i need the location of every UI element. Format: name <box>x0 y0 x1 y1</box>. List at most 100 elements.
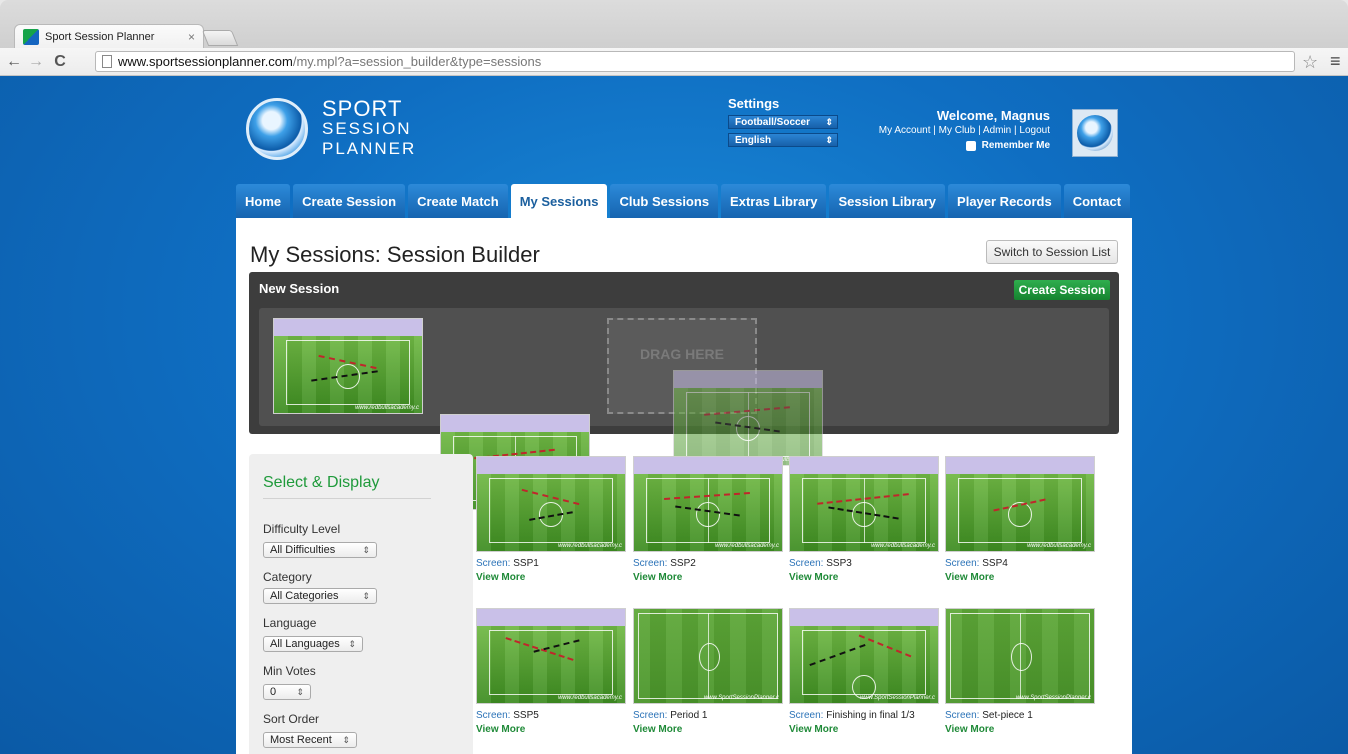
logo-line-3: PLANNER <box>322 139 417 158</box>
difficulty-label: Difficulty Level <box>263 522 341 536</box>
browser-tab[interactable]: Sport Session Planner × <box>14 24 204 48</box>
category-select[interactable]: All Categories ⇕ <box>263 588 377 604</box>
screen-name: SSP3 <box>826 558 852 569</box>
page-icon <box>102 55 112 68</box>
sidebar-title: Select & Display <box>263 474 380 491</box>
nav-tab-home[interactable]: Home <box>236 184 291 218</box>
screen-thumbnail[interactable]: www.redbullsacademy.c <box>633 456 783 552</box>
language-select-value: English <box>735 134 772 146</box>
screen-caption: Screen: Finishing in final 1/3 <box>789 710 939 721</box>
view-more-link[interactable]: View More <box>633 572 783 583</box>
nav-tab-session-library[interactable]: Session Library <box>829 184 946 218</box>
screen-card[interactable]: www.SportSessionPlanner.c Screen: Finish… <box>789 608 939 735</box>
category-label: Category <box>263 570 312 584</box>
view-more-link[interactable]: View More <box>789 724 939 735</box>
thumb-watermark: www.redbullsacademy.c <box>558 543 622 549</box>
logo-line-2: SESSION <box>322 119 412 138</box>
screen-card[interactable]: www.redbullsacademy.c Screen: SSP4 View … <box>945 456 1095 583</box>
browser-menu-icon[interactable]: ≡ <box>1330 51 1341 72</box>
logo-text: SPORT SESSION PLANNER <box>322 98 417 159</box>
remember-me-checkbox[interactable] <box>965 140 976 151</box>
address-bar[interactable]: www.sportsessionplanner.com /my.mpl?a=se… <box>95 51 1295 72</box>
screen-prefix: Screen: <box>633 558 668 569</box>
page-title: My Sessions: Session Builder <box>250 242 540 267</box>
remember-me[interactable]: Remember Me <box>870 140 1050 151</box>
reload-icon[interactable]: C <box>50 52 70 72</box>
select-arrow-icon: ⇕ <box>342 734 350 745</box>
view-more-link[interactable]: View More <box>945 572 1095 583</box>
close-tab-icon[interactable]: × <box>188 30 195 44</box>
screen-card[interactable]: www.redbullsacademy.c Screen: SSP3 View … <box>789 456 939 583</box>
switch-to-session-list-button[interactable]: Switch to Session List <box>986 240 1118 264</box>
screen-card[interactable]: www.SportSessionPlanner.c Screen: Period… <box>633 608 783 735</box>
view-more-link[interactable]: View More <box>633 724 783 735</box>
screen-prefix: Screen: <box>789 710 824 721</box>
content-area: My Sessions: Session Builder Switch to S… <box>236 218 1132 754</box>
select-arrow-icon: ⇕ <box>348 638 356 649</box>
screen-thumbnail[interactable]: www.SportSessionPlanner.c <box>633 608 783 704</box>
screen-thumbnail[interactable]: www.SportSessionPlanner.c <box>789 608 939 704</box>
screen-name: Set-piece 1 <box>982 710 1033 721</box>
screen-prefix: Screen: <box>633 710 668 721</box>
screen-name: SSP4 <box>982 558 1008 569</box>
nav-tab-extras-library[interactable]: Extras Library <box>721 184 827 218</box>
url-path: /my.mpl?a=session_builder&type=sessions <box>292 54 542 69</box>
new-tab-button[interactable] <box>201 30 239 46</box>
thumb-watermark: www.redbullsacademy.c <box>355 405 419 411</box>
language-filter-select[interactable]: All Languages ⇕ <box>263 636 363 652</box>
difficulty-select[interactable]: All Difficulties ⇕ <box>263 542 377 558</box>
nav-tab-player-records[interactable]: Player Records <box>948 184 1061 218</box>
screen-prefix: Screen: <box>945 558 980 569</box>
language-select[interactable]: English ⇕ <box>728 133 838 147</box>
nav-tab-my-sessions[interactable]: My Sessions <box>510 184 608 218</box>
screen-name: Period 1 <box>670 710 708 721</box>
nav-tab-contact[interactable]: Contact <box>1063 184 1131 218</box>
screen-prefix: Screen: <box>476 558 511 569</box>
screen-thumbnail[interactable]: www.redbullsacademy.c <box>945 456 1095 552</box>
remember-me-label: Remember Me <box>981 140 1050 151</box>
settings-panel: Settings Football/Soccer ⇕ English ⇕ <box>728 96 838 151</box>
screen-card[interactable]: www.redbullsacademy.c Screen: SSP5 View … <box>476 608 626 735</box>
back-icon[interactable]: ← <box>4 52 24 72</box>
thumb-watermark: www.redbullsacademy.c <box>558 695 622 701</box>
account-links[interactable]: My Account | My Club | Admin | Logout <box>870 125 1050 136</box>
screen-card[interactable]: www.SportSessionPlanner.c Screen: Set-pi… <box>945 608 1095 735</box>
screen-name: SSP1 <box>513 558 539 569</box>
sort-order-select[interactable]: Most Recent ⇕ <box>263 732 357 748</box>
screen-caption: Screen: SSP5 <box>476 710 626 721</box>
nav-tab-create-session[interactable]: Create Session <box>293 184 406 218</box>
screen-caption: Screen: Set-piece 1 <box>945 710 1095 721</box>
screen-card[interactable]: www.redbullsacademy.c Screen: SSP2 View … <box>633 456 783 583</box>
welcome-text: Welcome, Magnus <box>936 108 1050 123</box>
sport-select[interactable]: Football/Soccer ⇕ <box>728 115 838 129</box>
select-arrow-icon: ⇕ <box>362 544 370 555</box>
site-logo[interactable]: SPORT SESSION PLANNER <box>246 98 416 160</box>
screen-card[interactable]: www.redbullsacademy.c Screen: SSP1 View … <box>476 456 626 583</box>
screen-thumbnail[interactable]: www.SportSessionPlanner.c <box>945 608 1095 704</box>
view-more-link[interactable]: View More <box>945 724 1095 735</box>
min-votes-select[interactable]: 0 ⇕ <box>263 684 311 700</box>
select-display-sidebar: Select & Display Difficulty Level All Di… <box>249 454 473 754</box>
builder-title: New Session <box>259 281 340 296</box>
settings-title: Settings <box>728 96 780 111</box>
view-more-link[interactable]: View More <box>789 572 939 583</box>
builder-slot-1[interactable]: www.redbullsacademy.c <box>273 318 423 414</box>
screen-prefix: Screen: <box>945 710 980 721</box>
forward-icon[interactable]: → <box>26 52 46 72</box>
screen-thumbnail[interactable]: www.redbullsacademy.c <box>789 456 939 552</box>
avatar[interactable] <box>1072 109 1118 157</box>
nav-tab-club-sessions[interactable]: Club Sessions <box>610 184 719 218</box>
screen-name: SSP2 <box>670 558 696 569</box>
bookmark-star-icon[interactable]: ☆ <box>1302 52 1318 73</box>
page-background: SPORT SESSION PLANNER Settings Football/… <box>0 76 1348 754</box>
view-more-link[interactable]: View More <box>476 572 626 583</box>
screen-thumbnail[interactable]: www.redbullsacademy.c <box>476 608 626 704</box>
screen-name: SSP5 <box>513 710 539 721</box>
view-more-link[interactable]: View More <box>476 724 626 735</box>
create-session-button[interactable]: Create Session <box>1014 280 1110 300</box>
select-arrow-icon: ⇕ <box>296 686 304 697</box>
dragged-thumbnail-ghost[interactable]: www.redbullsacademy.c <box>673 370 823 466</box>
sport-select-value: Football/Soccer <box>735 116 811 128</box>
nav-tab-create-match[interactable]: Create Match <box>408 184 508 218</box>
screen-thumbnail[interactable]: www.redbullsacademy.c <box>476 456 626 552</box>
